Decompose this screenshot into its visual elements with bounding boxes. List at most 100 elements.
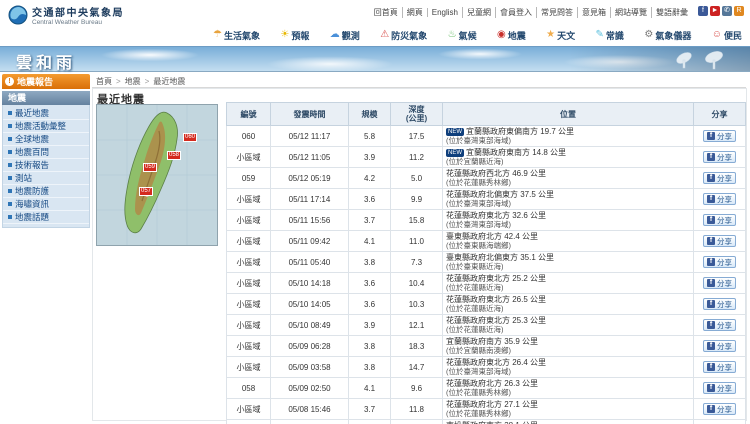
facebook-share-button[interactable]: f 分享 [703, 256, 736, 268]
sidebar-item[interactable]: 地震百問 [3, 146, 89, 159]
sidebar-earthquake-report-button[interactable]: ! 地震報告 [2, 74, 90, 89]
quake-location-sub: (位於花蓮縣秀林鄉) [446, 388, 511, 397]
facebook-share-button[interactable]: f 分享 [703, 319, 736, 331]
breadcrumb-link[interactable]: 地震 [125, 77, 141, 86]
top-link[interactable]: English [426, 8, 462, 17]
share-label: 分享 [717, 194, 732, 204]
share-label: 分享 [717, 320, 732, 330]
sidebar-item[interactable]: 海嘯資訊 [3, 198, 89, 211]
quake-location-line: NEW花蓮縣政府北方 27.1 公里 [446, 400, 690, 409]
column-header: 編號 [226, 102, 271, 126]
facebook-share-button[interactable]: f 分享 [703, 382, 736, 394]
sidebar-item[interactable]: 全球地震 [3, 133, 89, 146]
quake-location-sub: (位於臺灣東部海域) [446, 367, 511, 376]
quake-number[interactable]: 小區域 [226, 188, 271, 210]
sidebar-item[interactable]: 技術報告 [3, 159, 89, 172]
quake-time: 05/08 15:46 [270, 398, 349, 420]
social-icon[interactable]: ✆ [722, 6, 732, 16]
sidebar-item[interactable]: 地震活動彙整 [3, 120, 89, 133]
table-row: 小區域 05/10 14:05 3.6 10.3 NEW花蓮縣政府東北方 26.… [226, 293, 746, 315]
quake-location: NEW花蓮縣政府北方 27.1 公里 (位於花蓮縣秀林鄉) [442, 398, 694, 420]
quake-location-text: 臺東縣政府北方 42.4 公里 [446, 232, 539, 241]
sidebar-item[interactable]: 最近地震 [3, 107, 89, 120]
table-row: 小區域 05/11 15:56 3.7 15.8 NEW花蓮縣政府東北方 32.… [226, 209, 746, 231]
top-link[interactable]: 網頁 [401, 7, 427, 18]
sidebar-item-label: 地震防護 [15, 186, 50, 196]
facebook-share-button[interactable]: f 分享 [703, 340, 736, 352]
quake-number[interactable]: 小區域 [226, 314, 271, 336]
share-label: 分享 [717, 362, 732, 372]
facebook-share-button[interactable]: f 分享 [703, 277, 736, 289]
nav-item[interactable]: ✎ 常識 [596, 29, 624, 42]
sidebar-item[interactable]: 地震話題 [3, 211, 89, 224]
quake-number[interactable]: 小區域 [226, 293, 271, 315]
quake-marker[interactable]: 060 [183, 133, 198, 142]
sidebar-item[interactable]: 地震防護 [3, 185, 89, 198]
nav-item[interactable]: ☂ 生活氣象 [213, 29, 260, 42]
social-icon[interactable]: ► [710, 6, 720, 16]
nav-item[interactable]: ◉ 地震 [497, 29, 526, 42]
nav-item-label: 預報 [291, 30, 310, 41]
facebook-share-button[interactable]: f 分享 [703, 130, 736, 142]
facebook-share-button[interactable]: f 分享 [703, 214, 736, 226]
quake-location-text: 花蓮縣政府東北方 26.5 公里 [446, 295, 547, 304]
cwb-logo[interactable]: 交通部中央氣象局 Central Weather Bureau [8, 4, 124, 26]
nav-item[interactable]: ⚙ 氣象儀器 [644, 29, 691, 42]
quake-marker[interactable]: 057 [139, 187, 154, 196]
quake-number[interactable]: 小區域 [226, 335, 271, 357]
facebook-share-button[interactable]: f 分享 [703, 361, 736, 373]
nav-item-icon: ♨ [447, 29, 457, 40]
quake-marker[interactable]: 058 [167, 151, 182, 160]
quake-number[interactable]: 小區域 [226, 356, 271, 378]
top-link[interactable]: 雙語辭彙 [651, 7, 692, 18]
nav-item-label: 便民 [723, 30, 742, 41]
top-link[interactable]: 常見問答 [536, 7, 577, 18]
top-link[interactable]: 兒童網 [462, 7, 495, 18]
top-link[interactable]: 意見箱 [577, 7, 610, 18]
quake-number[interactable]: 小區域 [226, 230, 271, 252]
quake-marker[interactable]: 059 [143, 163, 158, 172]
facebook-share-button[interactable]: f 分享 [703, 151, 736, 163]
quake-location-line: NEW 宜蘭縣政府東偏南方 19.7 公里 [446, 127, 690, 136]
table-row: 小區域 05/09 03:58 3.8 14.7 NEW花蓮縣政府東北方 26.… [226, 356, 746, 378]
facebook-share-button[interactable]: f 分享 [703, 298, 736, 310]
quake-number[interactable]: 060 [226, 125, 271, 147]
top-link[interactable]: 回首頁 [370, 7, 402, 18]
quake-number[interactable]: 小區域 [226, 146, 271, 168]
quake-share-cell: f 分享 [693, 251, 746, 273]
taiwan-earthquake-map[interactable]: 060 058 059 057 [96, 104, 218, 246]
quake-number[interactable]: 小區域 [226, 272, 271, 294]
top-link[interactable]: 會員登入 [495, 7, 536, 18]
nav-item[interactable]: ☁ 觀測 [330, 29, 360, 42]
quake-number[interactable]: 057 [226, 419, 271, 424]
facebook-share-button[interactable]: f 分享 [703, 193, 736, 205]
breadcrumb-link[interactable]: 最近地震 [153, 77, 185, 86]
sidebar-item[interactable]: 測站 [3, 172, 89, 185]
facebook-share-button[interactable]: f 分享 [703, 403, 736, 415]
breadcrumb-link[interactable]: 首頁 [96, 77, 112, 86]
nav-item[interactable]: ⚠ 防災氣象 [380, 29, 427, 42]
quake-time: 05/11 09:42 [270, 230, 349, 252]
facebook-icon: f [707, 195, 715, 203]
nav-item[interactable]: ★ 天文 [546, 29, 575, 42]
top-link[interactable]: 網站導覽 [610, 7, 651, 18]
quake-share-cell: f 分享 [693, 419, 746, 424]
social-icon[interactable]: R [734, 6, 744, 16]
facebook-share-button[interactable]: f 分享 [703, 172, 736, 184]
quake-number[interactable]: 小區域 [226, 251, 271, 273]
quake-location: NEW花蓮縣政府東北方 32.6 公里 (位於臺灣東部海域) [442, 209, 694, 231]
quake-time: 05/12 11:05 [270, 146, 349, 168]
nav-item[interactable]: ♨ 氣候 [448, 29, 477, 42]
share-label: 分享 [717, 404, 732, 414]
nav-item[interactable]: ☀ 預報 [280, 29, 309, 42]
quake-number[interactable]: 058 [226, 377, 271, 399]
facebook-share-button[interactable]: f 分享 [703, 235, 736, 247]
nav-item[interactable]: ☺ 便民 [712, 29, 742, 42]
social-icon[interactable]: f [698, 6, 708, 16]
quake-number[interactable]: 小區域 [226, 398, 271, 420]
quake-number[interactable]: 小區域 [226, 209, 271, 231]
quake-number[interactable]: 059 [226, 167, 271, 189]
quake-location-sub: (位於臺灣東部海域) [446, 220, 511, 229]
quake-magnitude: 3.9 [348, 314, 391, 336]
quake-depth: 15.8 [390, 209, 443, 231]
